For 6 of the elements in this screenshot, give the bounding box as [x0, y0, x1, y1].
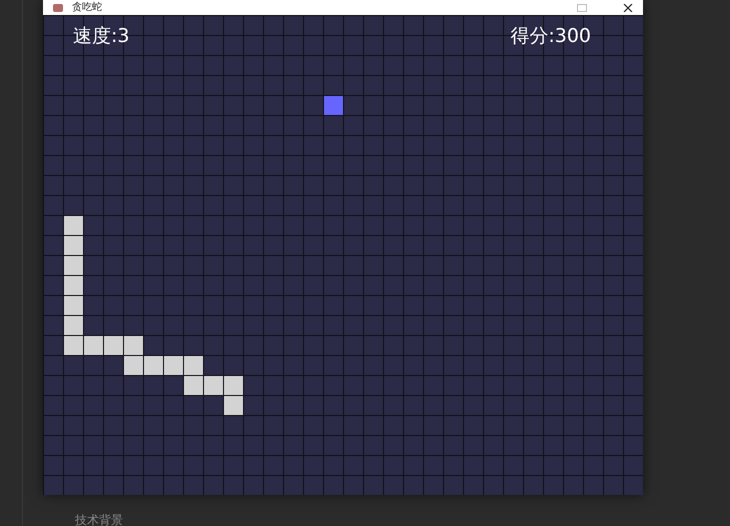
close-icon[interactable]	[623, 4, 633, 12]
score-label: 得分:300	[510, 24, 591, 49]
app-icon	[52, 2, 64, 12]
speed-label: 速度:3	[73, 24, 130, 49]
section-heading: 技术背景	[75, 513, 123, 526]
window-title: 贪吃蛇	[72, 2, 102, 14]
